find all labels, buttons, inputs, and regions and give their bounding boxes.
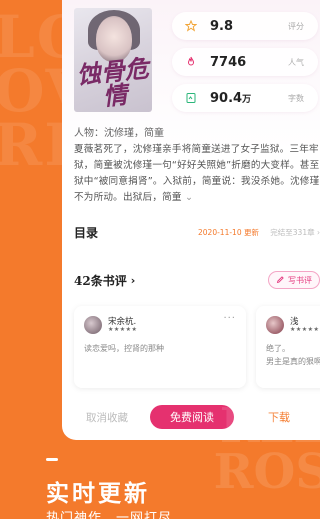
- toc-chapter-count: 完结至331章 ›: [270, 227, 320, 237]
- avatar: [84, 316, 102, 334]
- popularity-stat: 7746 人气: [172, 48, 318, 76]
- reviews-count-title[interactable]: 42条书评: [74, 272, 127, 289]
- rating-value: 9.8: [210, 18, 234, 34]
- review-text: 绝了。 男主是真的狠啊: [266, 344, 320, 366]
- review-card[interactable]: 浅 ★★★★★ 绝了。 男主是真的狠啊: [256, 306, 320, 388]
- book-detail-card: 蚀骨危情 9.8 评分 7746 人气 90.4万 字数 人物：沈修瑾，简童 夏…: [62, 0, 320, 440]
- toc-update-date: 2020-11-10 更新: [198, 227, 259, 237]
- rating-label: 评分: [288, 21, 304, 31]
- characters-line: 人物：沈修瑾，简童: [74, 128, 164, 139]
- reviews-header: 42条书评 › 写书评: [74, 270, 320, 290]
- review-text: 读恋爱吗，控肾的那种: [84, 344, 164, 353]
- promo-title: 实时更新: [46, 480, 150, 507]
- chevron-right-icon[interactable]: ›: [131, 274, 136, 287]
- write-review-button[interactable]: 写书评: [268, 271, 320, 289]
- rating-stars: ★★★★★: [108, 326, 138, 333]
- write-review-label: 写书评: [288, 275, 312, 285]
- wordcount-value: 90.4万: [210, 90, 252, 106]
- synopsis-text: 夏薇茗死了，沈修瑾亲手将简童送进了女子监狱。三年牢狱，简童被沈修瑾一句“好好关照…: [74, 144, 320, 203]
- popularity-value: 7746: [210, 54, 247, 70]
- document-icon: [184, 91, 198, 105]
- cover-title: 蚀骨危情: [75, 53, 151, 112]
- table-of-contents-row[interactable]: 目录 2020-11-10 更新 完结至331章 ›: [74, 224, 320, 240]
- wordcount-stat: 90.4万 字数: [172, 84, 318, 112]
- rating-stars: ★★★★★: [290, 326, 320, 333]
- chevron-down-icon[interactable]: ⌄: [185, 192, 193, 203]
- more-options-icon[interactable]: ···: [223, 313, 236, 324]
- promo-divider: [46, 458, 58, 461]
- rating-stat: 9.8 评分: [172, 12, 318, 40]
- popularity-label: 人气: [288, 57, 304, 67]
- flame-icon: [184, 55, 198, 69]
- book-cover[interactable]: 蚀骨危情: [74, 8, 152, 112]
- cancel-favorite-button[interactable]: 取消收藏: [86, 410, 128, 425]
- background-decor-letters-bottom: RLE ROS: [213, 398, 320, 500]
- toc-label: 目录: [74, 225, 99, 240]
- pencil-icon: [276, 275, 285, 286]
- review-card[interactable]: 宋余杭. ★★★★★ ··· 读恋爱吗，控肾的那种: [74, 306, 246, 388]
- promo-subtitle: 热门神作，一网打尽: [46, 511, 173, 519]
- wordcount-label: 字数: [288, 93, 304, 103]
- star-icon: [184, 19, 198, 33]
- avatar: [266, 316, 284, 334]
- synopsis[interactable]: 夏薇茗死了，沈修瑾亲手将简童送进了女子监狱。三年牢狱，简童被沈修瑾一句“好好关照…: [74, 142, 320, 206]
